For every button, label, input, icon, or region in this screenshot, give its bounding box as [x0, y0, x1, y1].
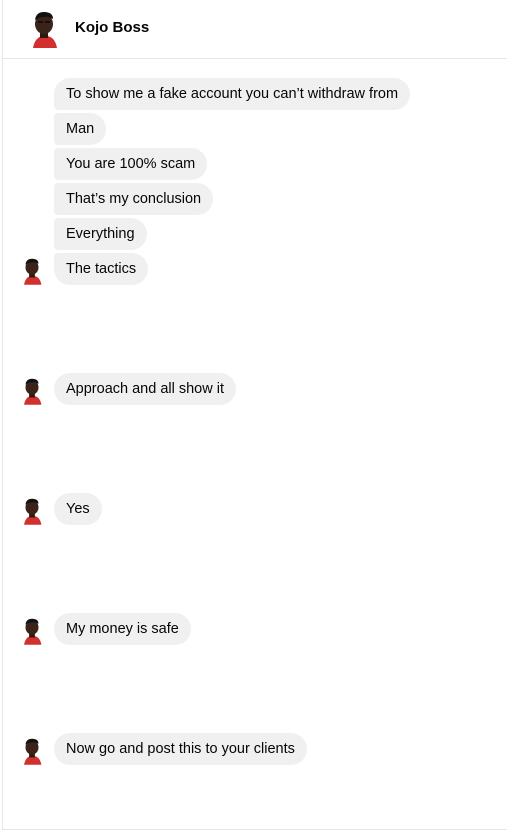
message-bubble[interactable]: Now go and post this to your clients — [54, 733, 307, 765]
message-bubble[interactable]: My money is safe — [54, 613, 191, 645]
sender-avatar-icon[interactable] — [19, 377, 45, 405]
message-bubble[interactable]: To show me a fake account you can’t with… — [54, 78, 411, 110]
chat-window: Kojo Boss To show me a fake account you … — [2, 0, 507, 830]
message-bubble[interactable]: Everything — [54, 218, 147, 250]
message-bubble[interactable]: You are 100% scam — [54, 148, 208, 180]
message-bubble[interactable]: Man — [54, 113, 107, 145]
sender-avatar-icon[interactable] — [19, 737, 45, 765]
chat-header: Kojo Boss — [3, 0, 507, 59]
message-bubble[interactable]: That’s my conclusion — [54, 183, 214, 215]
message-bubble[interactable]: Yes — [54, 493, 102, 525]
contact-avatar[interactable] — [26, 10, 62, 48]
sender-avatar-icon[interactable] — [19, 257, 45, 285]
message-bubble[interactable]: Approach and all show it — [54, 373, 236, 405]
sender-avatar-icon[interactable] — [19, 617, 45, 645]
contact-name: Kojo Boss — [75, 19, 150, 36]
sender-avatar-icon[interactable] — [19, 497, 45, 525]
message-bubble[interactable]: The tactics — [54, 253, 149, 285]
